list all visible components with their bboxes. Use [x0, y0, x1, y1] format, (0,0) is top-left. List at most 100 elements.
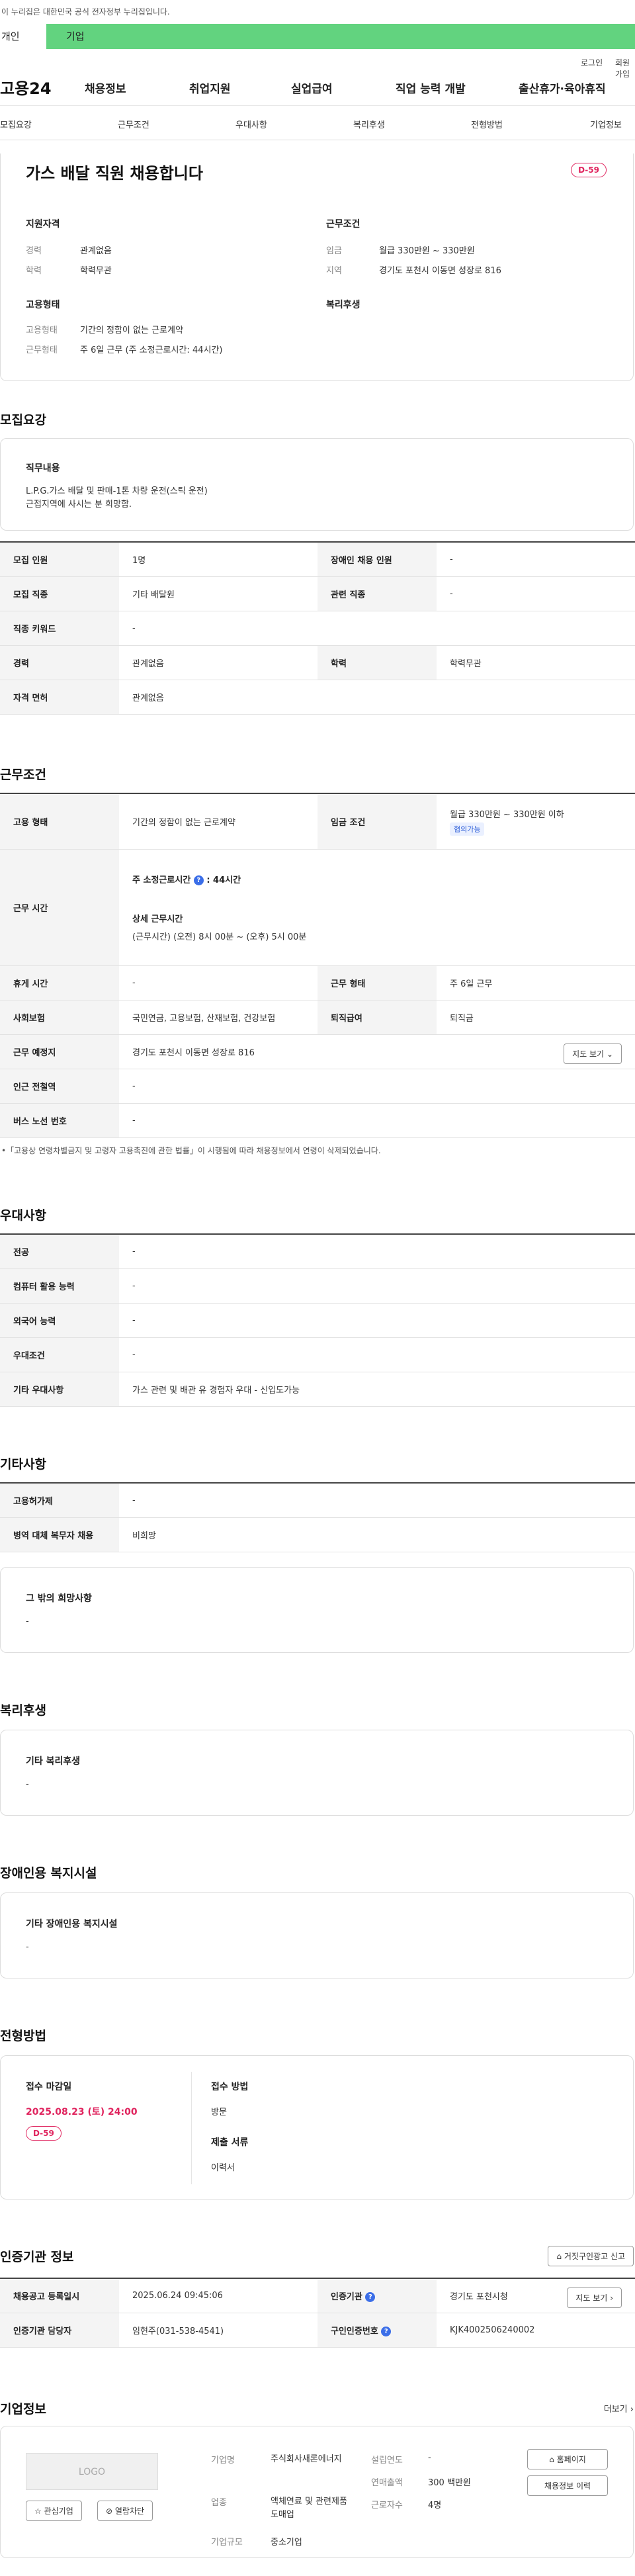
wage-cell: 월급 330만원 ~ 330만원 이하 협의가능 [437, 793, 635, 850]
favorite-company-button[interactable]: ☆ 관심기업 [26, 2501, 82, 2521]
company-logo: LOGO [26, 2453, 158, 2490]
qual-title: 지원자격 [26, 219, 60, 230]
disabled-card: 기타 장애인용 복지시설 - [0, 1892, 634, 1978]
table-cell: 기간의 정함이 없는 근로계약 [119, 793, 318, 850]
report-button[interactable]: ⌂ 거짓구인광고 신고 [548, 2246, 634, 2266]
anchor-work[interactable]: 근무조건 [118, 118, 149, 130]
hours-weekly-label: 주 소정근로시간 [132, 875, 191, 885]
table-cell: 비희망 [119, 1517, 635, 1552]
hours-detail-label: 상세 근무시간 [132, 914, 183, 924]
hours-weekly-line: 주 소정근로시간 ? : 44시간 [132, 873, 622, 885]
info-icon[interactable]: ? [193, 875, 204, 885]
table-header-cell: 전공 [0, 1233, 119, 1269]
table-cell: 기타 배달원 [119, 576, 318, 611]
table-header-cell: 모집 인원 [0, 541, 119, 577]
table-header-cell: 관련 직종 [318, 576, 437, 611]
anchor-welfare[interactable]: 복리후생 [353, 118, 385, 130]
company-name-value: 주식회사새론에너지 [271, 2454, 342, 2464]
table-row: 자격 면허 관계없음 [0, 680, 635, 715]
table-row: 직종 키워드 - [0, 611, 635, 646]
company-more-link[interactable]: 더보기 › [604, 2402, 634, 2415]
map-button[interactable]: 지도 보기 ⌄ [564, 1043, 622, 1064]
agency-map-button[interactable]: 지도 보기 › [567, 2287, 622, 2308]
tab-company[interactable]: 기업 [66, 24, 85, 49]
favorite-label: 관심기업 [44, 2507, 73, 2516]
docs-label: 제출 서류 [211, 2137, 249, 2148]
tab-personal[interactable]: 개인 [0, 24, 46, 49]
table-header-cell: 고용 형태 [0, 793, 119, 850]
site-logo[interactable]: 고용24 [0, 75, 52, 99]
table-header-cell: 모집 직종 [0, 576, 119, 611]
process-dday: D-59 [26, 2126, 62, 2141]
agency-table: 채용공고 등록일시 2025.06.24 09:45:06 인증기관 ? 경기도… [0, 2278, 635, 2348]
gnb-menu-employment-support[interactable]: 취업지원 [189, 79, 231, 96]
table-header-cell: 직종 키워드 [0, 611, 119, 646]
table-cell: - [119, 1069, 635, 1104]
utility-bar: 로그인 회원가입 [0, 49, 635, 79]
emp-title: 고용형태 [26, 300, 60, 310]
table-header-cell: 근무 형태 [318, 965, 437, 1000]
map-button-label: 지도 보기 [572, 1049, 605, 1059]
table-header-cell: 고용허가제 [0, 1482, 119, 1518]
table-row: 모집 인원 1명 장애인 채용 인원 - [0, 541, 635, 577]
edu-label: 학력 [26, 266, 42, 276]
table-row: 컴퓨터 활용 능력 - [0, 1268, 635, 1304]
job-history-button[interactable]: 채용정보 이력 [527, 2475, 608, 2496]
worktype-label: 근무형태 [26, 345, 58, 355]
table-row: 채용공고 등록일시 2025.06.24 09:45:06 인증기관 ? 경기도… [0, 2278, 635, 2313]
table-cell: 관계없음 [119, 680, 635, 715]
duty-text-2: 근접지역에 사시는 분 희망함. [26, 500, 132, 510]
house-icon: ⌂ [556, 2252, 562, 2261]
hours-cell: 주 소정근로시간 ? : 44시간 상세 근무시간 (근무시간) (오전) 8시… [119, 849, 635, 966]
table-header-cell: 구인인증번호 ? [318, 2313, 437, 2348]
block-label: 열람차단 [114, 2507, 145, 2516]
sales-value: 300 백만원 [428, 2478, 471, 2488]
gnb-menu-unemployment-benefit[interactable]: 실업급여 [291, 79, 333, 96]
company-logo-text: LOGO [78, 2467, 106, 2477]
anchor-pref[interactable]: 우대사항 [235, 118, 267, 130]
other-wish-value: - [26, 1617, 29, 1626]
table-header-cell: 경력 [0, 645, 119, 680]
table-row: 전공 - [0, 1233, 635, 1269]
table-row: 근무 시간 주 소정근로시간 ? : 44시간 상세 근무시간 (근무시간) (… [0, 849, 635, 966]
career-value: 관계없음 [80, 246, 112, 256]
region-value: 경기도 포천시 이동면 성장로 816 [379, 266, 501, 276]
table-header-cell: 근무 시간 [0, 849, 119, 966]
info-icon[interactable]: ? [365, 2291, 376, 2302]
homepage-button[interactable]: ⌂ 홈페이지 [527, 2449, 608, 2469]
gov-banner-text: 이 누리집은 대한민국 공식 전자정부 누리집입니다. [1, 7, 170, 17]
home-icon: ⌂ [549, 2455, 554, 2464]
method-label: 접수 방법 [211, 2082, 249, 2092]
method-value: 방문 [211, 2108, 227, 2117]
table-header-cell: 임금 조건 [318, 793, 437, 850]
block-icon: ⊘ [106, 2507, 113, 2516]
homepage-label: 홈페이지 [556, 2455, 586, 2464]
gnb-menu-parental-leave[interactable]: 출산휴가·육아휴직 [519, 79, 606, 96]
company-more-label: 더보기 [603, 2405, 628, 2415]
recruit-table: 모집 인원 1명 장애인 채용 인원 - 모집 직종 기타 배달원 관련 직종 … [0, 541, 635, 715]
worktype-value: 주 6일 근무 (주 소정근로시간: 44시간) [80, 345, 223, 355]
table-header-cell: 자격 면허 [0, 680, 119, 715]
welfare-card: 기타 복리후생 - [0, 1730, 634, 1816]
welfare-sub-title: 기타 복리후생 [26, 1756, 81, 1767]
job-summary-card: 가스 배달 직원 채용합니다 D-59 지원자격 경력 관계없음 학력 학력무관… [0, 154, 634, 381]
gnb-menu-jobs[interactable]: 채용정보 [85, 79, 126, 96]
hours-detail-value: (근무시간) (오전) 8시 00분 ~ (오후) 5시 00분 [132, 932, 307, 942]
agency-map-label: 지도 보기 [575, 2293, 608, 2303]
table-row: 기타 우대사항 가스 관련 및 배관 유 경험자 우대 - 신입도가능 [0, 1372, 635, 1407]
sales-label: 연매출액 [371, 2478, 403, 2488]
block-view-button[interactable]: ⊘ 열람차단 [97, 2501, 153, 2521]
process-section-title: 전형방법 [0, 2029, 46, 2043]
gnb-menu-job-training[interactable]: 직업 능력 개발 [396, 79, 466, 96]
login-link[interactable]: 로그인 [581, 57, 603, 68]
anchor-recruit[interactable]: 모집요강 [0, 118, 32, 130]
info-icon[interactable]: ? [381, 2326, 392, 2336]
anchor-company[interactable]: 기업정보 [590, 118, 622, 130]
anchor-nav: 모집요강 근무조건 우대사항 복리후생 전형방법 기업정보 [0, 106, 635, 140]
table-row: 우대조건 - [0, 1337, 635, 1372]
table-header-cell: 인증기관 담당자 [0, 2313, 119, 2348]
dday-text: D-59 [571, 163, 607, 177]
anchor-process[interactable]: 전형방법 [471, 118, 503, 130]
place-cell: 경기도 포천시 이동면 성장로 816 지도 보기 ⌄ [119, 1034, 635, 1069]
wage-label: 임금 [326, 246, 342, 256]
